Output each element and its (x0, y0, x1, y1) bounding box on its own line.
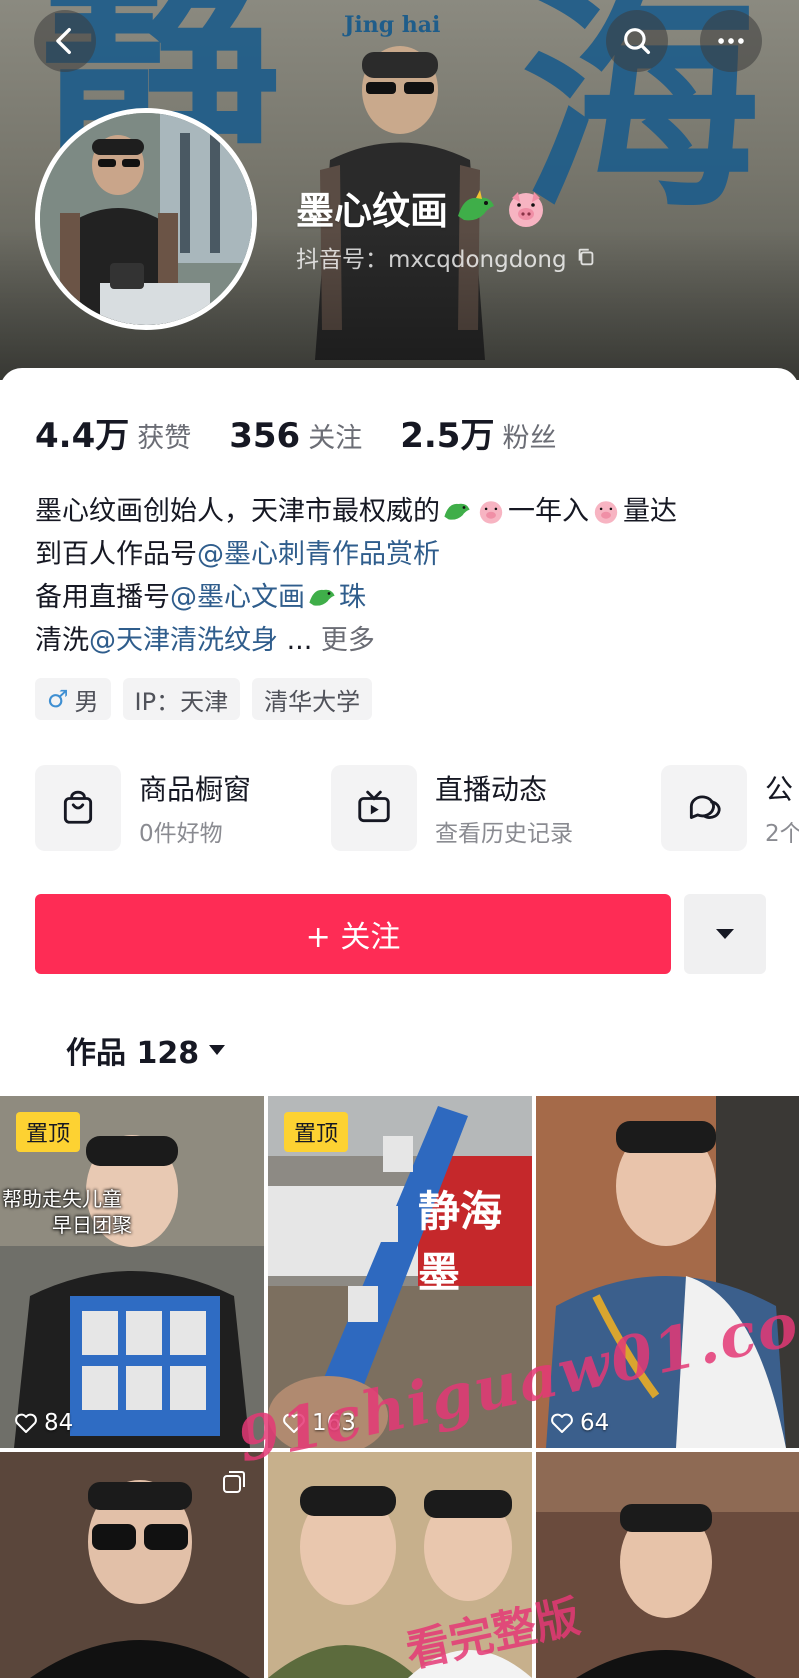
bio: 墨心纹画创始人，天津市最权威的 一年入 量达 到百人作品号@墨心刺青作品赏析 备用直… (35, 490, 775, 662)
avatar[interactable] (35, 108, 257, 330)
search-icon (624, 28, 651, 55)
bio-line-3: 备用直播号@墨心文画 珠 (35, 576, 775, 619)
douyin-id-text: 抖音号：mxcqdongdong (296, 247, 567, 273)
triangle-down-icon (716, 929, 734, 939)
dragon-emoji-icon (309, 589, 335, 606)
stat-followers-label: 粉丝 (502, 423, 557, 454)
pig-emoji-icon (594, 501, 618, 524)
bio-ellipsis: ... (278, 625, 321, 656)
entry-icon-box (661, 765, 747, 851)
feature-entries: 商品橱窗 0件好物 直播动态 查看历史记录 公 2个 (35, 764, 799, 854)
entry-subtitle: 查看历史记录 (435, 821, 573, 847)
stat-likes-num: 4.4万 (35, 416, 130, 456)
school-label: 清华大学 (264, 687, 361, 716)
bio-line-2: 到百人作品号@墨心刺青作品赏析 (35, 533, 775, 576)
entry-icon-box (331, 765, 417, 851)
bio-mention-link[interactable]: @墨心文画 (170, 582, 305, 613)
male-icon: ♂ (47, 685, 69, 713)
caption-line: 早日团聚 (52, 1213, 132, 1237)
bio-text: 量达 (623, 496, 677, 527)
bio-mention-link[interactable]: @墨心刺青作品赏析 (197, 539, 440, 570)
chat-icon (689, 795, 721, 819)
video-tile[interactable] (0, 1452, 264, 1678)
like-count-text: 64 (580, 1410, 610, 1436)
thumbnail-banner-text: 静海墨 (418, 1187, 503, 1297)
gender-label: 男 (74, 687, 99, 716)
pig-emoji-icon (509, 191, 544, 227)
like-count: 84 (14, 1410, 73, 1436)
dragon-emoji-icon (458, 189, 495, 220)
avatar-image (40, 113, 252, 325)
entry-text: 直播动态 查看历史记录 (435, 768, 573, 848)
bio-text: 清洗 (35, 625, 89, 656)
back-button[interactable] (34, 10, 96, 72)
bio-more-link[interactable]: 更多 (321, 625, 375, 656)
entry-subtitle: 0件好物 (139, 821, 223, 847)
bio-text: 备用直播号 (35, 582, 170, 613)
copy-icon[interactable] (575, 246, 597, 268)
group-chat-entry[interactable]: 公 2个 (661, 764, 799, 852)
heart-icon (15, 1413, 37, 1433)
bio-text: 到百人作品号 (35, 539, 197, 570)
stat-followers-num: 2.5万 (400, 416, 495, 456)
profile-banner: 静 海 Jing hai (0, 0, 799, 380)
entry-subtitle: 2个 (765, 821, 799, 847)
stat-likes: 4.4万 获赞 (35, 408, 191, 457)
gender-tag: ♂ 男 (35, 678, 111, 720)
pig-emoji-icon (479, 501, 503, 524)
pinned-badge: 置顶 (16, 1112, 81, 1152)
live-activity-entry[interactable]: 直播动态 查看历史记录 (331, 764, 573, 852)
stat-following-num: 356 (229, 416, 301, 456)
entry-text: 公 2个 (765, 768, 799, 848)
entry-title: 公 (765, 773, 794, 806)
pinned-badge: 置顶 (284, 1112, 349, 1152)
douyin-id: 抖音号：mxcqdongdong (296, 240, 597, 274)
tab-works[interactable]: 作品 128 (66, 1028, 227, 1072)
like-count: 64 (550, 1410, 609, 1436)
follow-button[interactable]: + 关注 (35, 894, 671, 974)
more-dots-icon (718, 38, 744, 44)
bag-icon (63, 790, 93, 824)
triangle-down-icon (209, 1045, 226, 1055)
tv-icon (358, 790, 390, 823)
stat-followers[interactable]: 2.5万 粉丝 (400, 408, 556, 457)
bio-line-4: 清洗@天津清洗纹身 ... 更多 (35, 619, 775, 662)
works-tab-label: 作品 128 (66, 1036, 200, 1071)
profile-tags: ♂ 男 IP：天津 清华大学 (35, 678, 373, 720)
bio-mention-link[interactable]: @天津清洗纹身 (89, 625, 278, 656)
nickname: 墨心纹画 (296, 180, 548, 235)
search-button[interactable] (606, 10, 668, 72)
entry-title: 直播动态 (435, 773, 548, 806)
bio-line-1: 墨心纹画创始人，天津市最权威的 一年入 量达 (35, 490, 775, 533)
heart-icon (551, 1413, 573, 1433)
nickname-text: 墨心纹画 (296, 189, 449, 233)
school-tag[interactable]: 清华大学 (252, 678, 373, 720)
stat-likes-label: 获赞 (137, 423, 192, 454)
entry-icon-box (35, 765, 121, 851)
dragon-emoji-icon (444, 503, 470, 520)
entry-text: 商品橱窗 0件好物 (139, 768, 251, 848)
stat-following-label: 关注 (308, 423, 363, 454)
video-tile[interactable]: 置顶 帮助走失儿童 早日团聚 84 (0, 1096, 264, 1448)
shop-window-entry[interactable]: 商品橱窗 0件好物 (35, 764, 251, 852)
stats-row: 4.4万 获赞 356 关注 2.5万 粉丝 (35, 408, 594, 457)
stat-following[interactable]: 356 关注 (229, 416, 362, 456)
ip-tag: IP：天津 (122, 678, 241, 720)
entry-title: 商品橱窗 (139, 773, 252, 806)
video-caption-overlay: 帮助走失儿童 早日团聚 (2, 1186, 132, 1238)
follow-dropdown-button[interactable] (684, 894, 766, 974)
bio-text: 墨心纹画创始人，天津市最权威的 (35, 496, 440, 527)
bio-mention-link[interactable]: 珠 (339, 582, 366, 613)
ip-label: IP：天津 (134, 687, 229, 716)
like-count-text: 84 (44, 1410, 74, 1436)
multi-image-icon (223, 1471, 245, 1493)
caption-line: 帮助走失儿童 (2, 1187, 122, 1211)
bio-text: 一年入 (508, 496, 589, 527)
more-options-button[interactable] (700, 10, 762, 72)
back-arrow-icon (56, 27, 71, 55)
